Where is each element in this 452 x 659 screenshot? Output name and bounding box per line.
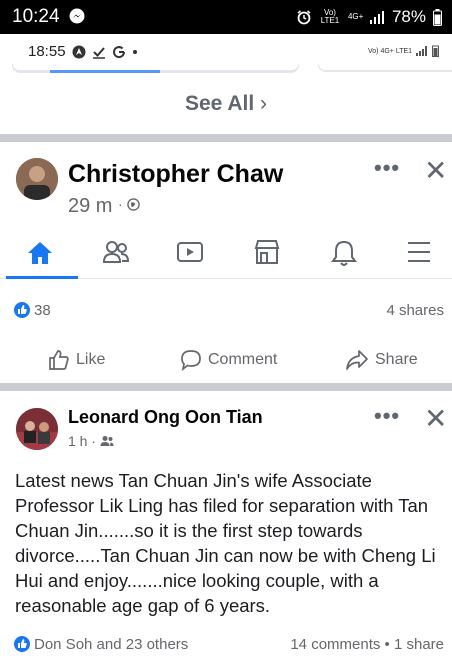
- like-reaction-icon: [14, 636, 30, 652]
- status-right: Vo) LTE1 4G+ 78%: [296, 7, 442, 27]
- battery-label: 78%: [391, 7, 426, 26]
- inner-screenshot: 18:55 Vo) 4G+ LTE1 See All ›: [0, 34, 452, 134]
- active-tab-indicator: [6, 276, 78, 279]
- reaction-count[interactable]: 38: [34, 302, 51, 319]
- comment-icon: [181, 350, 201, 371]
- post-author-name[interactable]: Christopher Chaw: [68, 160, 283, 189]
- watch-icon[interactable]: [176, 240, 204, 264]
- post-author-name[interactable]: Leonard Ong Oon Tian: [68, 407, 263, 428]
- network-label: 4G+: [347, 12, 364, 21]
- home-icon[interactable]: [27, 240, 53, 266]
- inner-signal-icon: [416, 46, 428, 56]
- status-bar: 10:24 Vo) LTE1 4G+ 78%: [0, 0, 452, 34]
- profile-photo-icon: [16, 408, 58, 450]
- inner-battery-icon: [432, 45, 440, 57]
- profile-photo-icon: [16, 158, 58, 200]
- nav-bar: [0, 230, 452, 279]
- section-divider: [0, 134, 452, 142]
- inner-network-label: Vo) 4G+ LTE1: [368, 47, 413, 55]
- more-options-button[interactable]: •••: [374, 155, 400, 181]
- reaction-summary: Don Soh and 23 others 14 comments • 1 sh…: [14, 636, 444, 653]
- share-button[interactable]: Share: [345, 349, 418, 371]
- story-card-next[interactable]: [318, 64, 452, 72]
- story-card-indicator: [50, 70, 160, 73]
- google-icon: [112, 45, 125, 58]
- comments-shares-count[interactable]: 14 comments • 1 share: [290, 636, 444, 653]
- marketplace-icon[interactable]: [253, 239, 281, 265]
- status-time: 10:24: [12, 6, 85, 28]
- more-options-button[interactable]: •••: [374, 403, 400, 429]
- post-body-text: Latest news Tan Chuan Jin's wife Associa…: [15, 470, 436, 616]
- post-timestamp: 29 m ·: [68, 195, 140, 218]
- battery-icon: [433, 8, 442, 26]
- post-timestamp: 1 h ·: [68, 433, 114, 449]
- messenger-icon: [69, 8, 85, 24]
- friends-icon[interactable]: [102, 239, 130, 265]
- inner-status-right: Vo) 4G+ LTE1: [368, 45, 440, 57]
- share-icon: [346, 350, 368, 370]
- reaction-names[interactable]: Don Soh and 23 others: [34, 636, 188, 653]
- avatar[interactable]: [16, 408, 58, 450]
- chevron-right-icon: ›: [260, 92, 268, 115]
- close-icon[interactable]: ✕: [424, 402, 447, 435]
- avatar[interactable]: [16, 158, 58, 200]
- nav-icon: [72, 45, 86, 58]
- globe-icon: [126, 198, 140, 211]
- carrier-label: Vo) LTE1: [320, 8, 340, 25]
- like-button[interactable]: Like: [48, 349, 105, 371]
- like-reaction-icon: [14, 302, 30, 318]
- dot-icon: [132, 49, 137, 54]
- see-all-button[interactable]: See All ›: [0, 92, 452, 116]
- inner-status-time: 18:55: [28, 43, 138, 60]
- alarm-icon: [297, 10, 311, 25]
- friends-icon: [100, 436, 114, 446]
- thumbs-up-icon: [49, 350, 69, 370]
- notifications-icon[interactable]: [331, 239, 357, 267]
- comment-button[interactable]: Comment: [180, 349, 277, 371]
- menu-icon[interactable]: [406, 241, 432, 263]
- reaction-summary: 38 4 shares: [14, 302, 444, 319]
- section-divider: [0, 383, 452, 391]
- close-icon[interactable]: ✕: [424, 154, 447, 187]
- share-count[interactable]: 4 shares: [386, 302, 444, 319]
- check-icon: [92, 46, 105, 59]
- signal-icon: [369, 11, 384, 24]
